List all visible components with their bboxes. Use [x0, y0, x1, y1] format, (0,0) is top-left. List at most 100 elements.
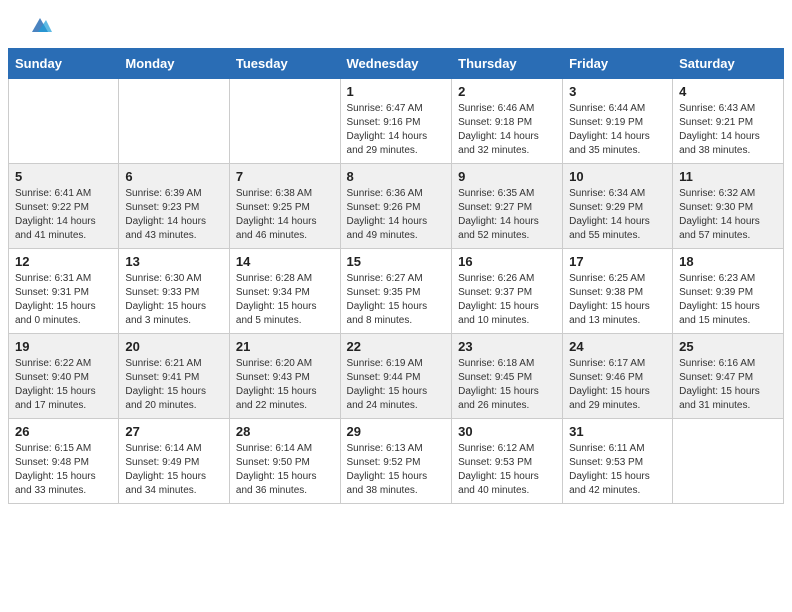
- day-of-week-header: Friday: [563, 49, 673, 79]
- calendar-week-row: 19Sunrise: 6:22 AM Sunset: 9:40 PM Dayli…: [9, 334, 784, 419]
- calendar-day-cell: 27 Sunrise: 6:14 AM Sunset: 9:49 PM Dayli…: [119, 419, 230, 504]
- day-info: Sunrise: 6:26 AM Sunset: 9:37 PM Dayligh…: [458, 272, 556, 328]
- calendar-day-cell: [673, 419, 784, 504]
- calendar-day-cell: [119, 79, 230, 164]
- calendar-day-cell: 22 Sunrise: 6:19 AM Sunset: 9:44 PM Dayli…: [340, 334, 452, 419]
- day-info: Sunrise: 6:17 AM Sunset: 9:46 PM Dayligh…: [569, 357, 666, 413]
- day-of-week-header: Wednesday: [340, 49, 452, 79]
- day-info: Sunrise: 6:39 AM Sunset: 9:23 PM Dayligh…: [125, 187, 223, 243]
- day-number: 27: [125, 424, 223, 439]
- calendar-day-cell: 4 Sunrise: 6:43 AM Sunset: 9:21 PM Daylig…: [673, 79, 784, 164]
- day-info: Sunrise: 6:36 AM Sunset: 9:26 PM Dayligh…: [347, 187, 446, 243]
- day-number: 7: [236, 169, 334, 184]
- day-info: Sunrise: 6:32 AM Sunset: 9:30 PM Dayligh…: [679, 187, 777, 243]
- calendar-day-cell: 15 Sunrise: 6:27 AM Sunset: 9:35 PM Dayli…: [340, 249, 452, 334]
- day-number: 21: [236, 339, 334, 354]
- day-of-week-header: Sunday: [9, 49, 119, 79]
- calendar-day-cell: 30 Sunrise: 6:12 AM Sunset: 9:53 PM Dayli…: [452, 419, 563, 504]
- day-info: Sunrise: 6:38 AM Sunset: 9:25 PM Dayligh…: [236, 187, 334, 243]
- calendar-day-cell: [9, 79, 119, 164]
- day-number: 24: [569, 339, 666, 354]
- day-number: 5: [15, 169, 112, 184]
- day-info: Sunrise: 6:28 AM Sunset: 9:34 PM Dayligh…: [236, 272, 334, 328]
- day-info: Sunrise: 6:47 AM Sunset: 9:16 PM Dayligh…: [347, 102, 446, 158]
- day-number: 29: [347, 424, 446, 439]
- calendar-day-cell: 28 Sunrise: 6:14 AM Sunset: 9:50 PM Dayli…: [229, 419, 340, 504]
- calendar-day-cell: 26 Sunrise: 6:15 AM Sunset: 9:48 PM Dayli…: [9, 419, 119, 504]
- day-number: 25: [679, 339, 777, 354]
- day-number: 13: [125, 254, 223, 269]
- day-number: 15: [347, 254, 446, 269]
- logo: [24, 18, 52, 38]
- day-of-week-header: Tuesday: [229, 49, 340, 79]
- day-number: 12: [15, 254, 112, 269]
- day-number: 20: [125, 339, 223, 354]
- calendar-day-cell: 23 Sunrise: 6:18 AM Sunset: 9:45 PM Dayli…: [452, 334, 563, 419]
- logo-icon: [28, 14, 52, 38]
- day-info: Sunrise: 6:23 AM Sunset: 9:39 PM Dayligh…: [679, 272, 777, 328]
- day-info: Sunrise: 6:44 AM Sunset: 9:19 PM Dayligh…: [569, 102, 666, 158]
- day-number: 6: [125, 169, 223, 184]
- day-number: 22: [347, 339, 446, 354]
- day-number: 3: [569, 84, 666, 99]
- day-info: Sunrise: 6:34 AM Sunset: 9:29 PM Dayligh…: [569, 187, 666, 243]
- day-info: Sunrise: 6:35 AM Sunset: 9:27 PM Dayligh…: [458, 187, 556, 243]
- calendar-day-cell: 24 Sunrise: 6:17 AM Sunset: 9:46 PM Dayli…: [563, 334, 673, 419]
- day-of-week-header: Monday: [119, 49, 230, 79]
- calendar-day-cell: 6 Sunrise: 6:39 AM Sunset: 9:23 PM Daylig…: [119, 164, 230, 249]
- calendar-day-cell: 31Sunrise: 6:11 AM Sunset: 9:53 PM Dayli…: [563, 419, 673, 504]
- day-info: Sunrise: 6:12 AM Sunset: 9:53 PM Dayligh…: [458, 442, 556, 498]
- calendar-day-cell: 19Sunrise: 6:22 AM Sunset: 9:40 PM Dayli…: [9, 334, 119, 419]
- page-header: [0, 0, 792, 48]
- day-info: Sunrise: 6:20 AM Sunset: 9:43 PM Dayligh…: [236, 357, 334, 413]
- day-number: 1: [347, 84, 446, 99]
- calendar-day-cell: 16 Sunrise: 6:26 AM Sunset: 9:37 PM Dayli…: [452, 249, 563, 334]
- day-info: Sunrise: 6:27 AM Sunset: 9:35 PM Dayligh…: [347, 272, 446, 328]
- calendar-table: SundayMondayTuesdayWednesdayThursdayFrid…: [8, 48, 784, 504]
- calendar-day-cell: 13 Sunrise: 6:30 AM Sunset: 9:33 PM Dayli…: [119, 249, 230, 334]
- day-info: Sunrise: 6:14 AM Sunset: 9:50 PM Dayligh…: [236, 442, 334, 498]
- calendar-day-cell: 2Sunrise: 6:46 AM Sunset: 9:18 PM Daylig…: [452, 79, 563, 164]
- day-number: 14: [236, 254, 334, 269]
- calendar-day-cell: 8Sunrise: 6:36 AM Sunset: 9:26 PM Daylig…: [340, 164, 452, 249]
- calendar-day-cell: 21 Sunrise: 6:20 AM Sunset: 9:43 PM Dayli…: [229, 334, 340, 419]
- calendar-day-cell: 5 Sunrise: 6:41 AM Sunset: 9:22 PM Daylig…: [9, 164, 119, 249]
- day-number: 28: [236, 424, 334, 439]
- calendar-day-cell: [229, 79, 340, 164]
- day-info: Sunrise: 6:31 AM Sunset: 9:31 PM Dayligh…: [15, 272, 112, 328]
- calendar-day-cell: 11 Sunrise: 6:32 AM Sunset: 9:30 PM Dayli…: [673, 164, 784, 249]
- day-number: 30: [458, 424, 556, 439]
- calendar-day-cell: 25 Sunrise: 6:16 AM Sunset: 9:47 PM Dayli…: [673, 334, 784, 419]
- day-info: Sunrise: 6:21 AM Sunset: 9:41 PM Dayligh…: [125, 357, 223, 413]
- calendar-day-cell: 1 Sunrise: 6:47 AM Sunset: 9:16 PM Daylig…: [340, 79, 452, 164]
- calendar-day-cell: 29 Sunrise: 6:13 AM Sunset: 9:52 PM Dayli…: [340, 419, 452, 504]
- day-info: Sunrise: 6:16 AM Sunset: 9:47 PM Dayligh…: [679, 357, 777, 413]
- day-number: 23: [458, 339, 556, 354]
- day-of-week-header: Thursday: [452, 49, 563, 79]
- day-info: Sunrise: 6:19 AM Sunset: 9:44 PM Dayligh…: [347, 357, 446, 413]
- calendar-container: SundayMondayTuesdayWednesdayThursdayFrid…: [0, 48, 792, 512]
- day-number: 11: [679, 169, 777, 184]
- calendar-day-cell: 10Sunrise: 6:34 AM Sunset: 9:29 PM Dayli…: [563, 164, 673, 249]
- day-number: 17: [569, 254, 666, 269]
- calendar-day-cell: 14 Sunrise: 6:28 AM Sunset: 9:34 PM Dayli…: [229, 249, 340, 334]
- day-info: Sunrise: 6:22 AM Sunset: 9:40 PM Dayligh…: [15, 357, 112, 413]
- day-number: 16: [458, 254, 556, 269]
- calendar-day-cell: 18 Sunrise: 6:23 AM Sunset: 9:39 PM Dayli…: [673, 249, 784, 334]
- calendar-day-cell: 9Sunrise: 6:35 AM Sunset: 9:27 PM Daylig…: [452, 164, 563, 249]
- day-info: Sunrise: 6:41 AM Sunset: 9:22 PM Dayligh…: [15, 187, 112, 243]
- day-number: 26: [15, 424, 112, 439]
- day-number: 18: [679, 254, 777, 269]
- day-info: Sunrise: 6:43 AM Sunset: 9:21 PM Dayligh…: [679, 102, 777, 158]
- day-info: Sunrise: 6:30 AM Sunset: 9:33 PM Dayligh…: [125, 272, 223, 328]
- calendar-day-cell: 3 Sunrise: 6:44 AM Sunset: 9:19 PM Daylig…: [563, 79, 673, 164]
- day-info: Sunrise: 6:46 AM Sunset: 9:18 PM Dayligh…: [458, 102, 556, 158]
- day-info: Sunrise: 6:15 AM Sunset: 9:48 PM Dayligh…: [15, 442, 112, 498]
- calendar-day-cell: 7 Sunrise: 6:38 AM Sunset: 9:25 PM Daylig…: [229, 164, 340, 249]
- day-number: 4: [679, 84, 777, 99]
- day-info: Sunrise: 6:13 AM Sunset: 9:52 PM Dayligh…: [347, 442, 446, 498]
- day-info: Sunrise: 6:18 AM Sunset: 9:45 PM Dayligh…: [458, 357, 556, 413]
- day-number: 31: [569, 424, 666, 439]
- calendar-week-row: 1 Sunrise: 6:47 AM Sunset: 9:16 PM Daylig…: [9, 79, 784, 164]
- day-info: Sunrise: 6:14 AM Sunset: 9:49 PM Dayligh…: [125, 442, 223, 498]
